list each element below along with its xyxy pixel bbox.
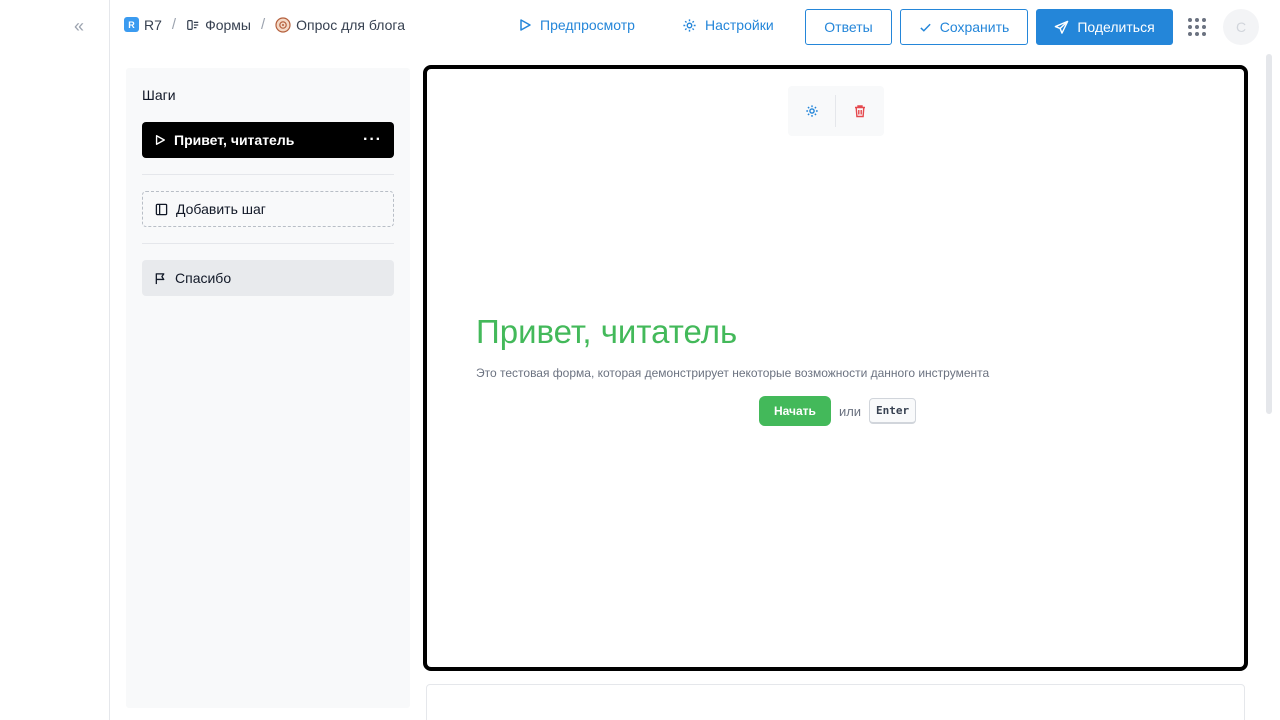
step-canvas[interactable]: Привет, читатель Это тестовая форма, кот… [423, 65, 1248, 671]
divider [142, 243, 394, 244]
breadcrumb-workspace[interactable]: R R7 [124, 17, 162, 33]
step-settings-button[interactable] [788, 86, 835, 136]
breadcrumb-form[interactable]: Опрос для блога [275, 17, 405, 33]
apps-grid-icon[interactable] [1188, 18, 1206, 36]
welcome-title: Привет, читатель [476, 313, 738, 350]
next-step-card[interactable] [426, 684, 1245, 720]
breadcrumb: R R7 / Формы / Опрос для блога [124, 16, 405, 33]
forms-icon [187, 19, 199, 30]
play-icon [155, 135, 165, 145]
responses-button[interactable]: Ответы [805, 9, 892, 45]
settings-link[interactable]: Настройки [682, 17, 774, 33]
send-icon [1055, 20, 1069, 34]
preview-label: Предпросмотр [540, 17, 635, 33]
user-avatar[interactable]: С [1223, 9, 1259, 45]
share-button[interactable]: Поделиться [1036, 9, 1173, 45]
start-button[interactable]: Начать [759, 396, 831, 426]
step-welcome[interactable]: Привет, читатель ··· [142, 122, 394, 158]
add-step-label: Добавить шаг [176, 201, 266, 217]
collapse-sidebar-icon[interactable]: « [70, 16, 88, 36]
check-icon [920, 23, 931, 32]
breadcrumb-forms[interactable]: Формы [186, 17, 251, 33]
step-delete-button[interactable] [836, 86, 883, 136]
flag-icon [155, 272, 165, 284]
share-label: Поделиться [1077, 19, 1155, 35]
step-thanks-label: Спасибо [175, 270, 232, 286]
layout-icon [155, 203, 168, 215]
or-label: или [838, 403, 862, 419]
step-welcome-label: Привет, читатель [174, 132, 295, 148]
preview-link[interactable]: Предпросмотр [518, 17, 635, 33]
enter-key-hint: Enter [869, 398, 917, 424]
step-more-icon[interactable]: ··· [363, 131, 382, 149]
gear-icon [805, 105, 818, 117]
step-thanks[interactable]: Спасибо [142, 260, 394, 296]
vertical-scrollbar[interactable] [1266, 54, 1272, 414]
breadcrumb-forms-label: Формы [205, 16, 251, 33]
settings-label: Настройки [705, 17, 774, 33]
top-header: R R7 / Формы / Опрос для блога Предпросм… [110, 0, 1280, 54]
left-rail: « [0, 0, 110, 720]
start-row: Начать или Enter [759, 396, 917, 426]
play-icon [520, 19, 531, 31]
breadcrumb-separator: / [260, 16, 266, 33]
add-step-button[interactable]: Добавить шаг [142, 191, 394, 227]
save-label: Сохранить [939, 19, 1010, 35]
save-button[interactable]: Сохранить [900, 9, 1028, 45]
gear-icon [683, 18, 696, 32]
form-emoji-icon [275, 16, 291, 33]
welcome-description: Это тестовая форма, которая демонстрируе… [476, 366, 990, 380]
breadcrumb-form-label: Опрос для блога [296, 16, 405, 33]
divider [142, 174, 394, 175]
workspace-badge-icon: R [124, 17, 139, 32]
steps-title: Шаги [142, 87, 176, 103]
step-toolbar [788, 86, 884, 136]
breadcrumb-separator: / [171, 16, 177, 33]
trash-icon [854, 105, 865, 118]
steps-panel: Шаги Привет, читатель ··· Добавить шаг С… [126, 68, 410, 708]
breadcrumb-workspace-label: R7 [144, 16, 162, 33]
